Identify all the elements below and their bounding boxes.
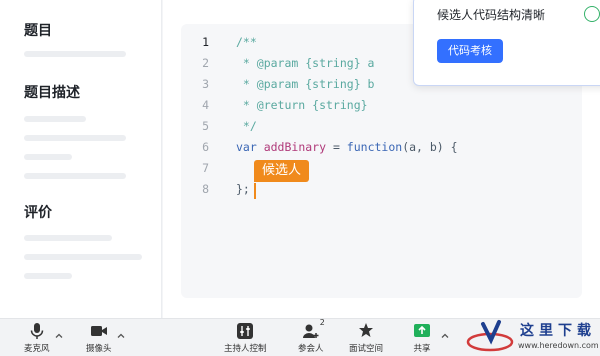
interview-space-button[interactable]: 面试空间 (349, 322, 383, 356)
share-screen-button[interactable]: 共享 (413, 322, 431, 356)
chevron-up-icon[interactable] (116, 326, 126, 338)
host-control-button[interactable]: 主持人控制 (224, 322, 267, 356)
chevron-up-icon[interactable] (440, 326, 450, 338)
line-number: 4 (202, 98, 209, 112)
host-control-label: 主持人控制 (224, 344, 267, 354)
participants-icon: 2 (302, 318, 325, 340)
code-assessment-button[interactable]: 代码考核 (437, 39, 503, 63)
code-text: */ (236, 116, 257, 137)
code-text: * @param {string} b (236, 74, 375, 95)
camera-icon (90, 322, 108, 340)
microphone-button[interactable]: 麦克风 (24, 322, 50, 356)
line-number: 1 (202, 35, 209, 49)
line-number: 6 (202, 140, 209, 154)
code-token: * @return {string} (236, 98, 368, 112)
participants-label: 参会人 (298, 344, 324, 354)
candidate-cursor-label: 候选人 (254, 160, 310, 182)
microphone-label: 麦克风 (24, 344, 50, 354)
code-token: */ (236, 119, 257, 133)
check-circle-icon[interactable] (584, 6, 600, 22)
camera-button[interactable]: 摄像头 (86, 322, 112, 356)
watermark-url: www.heredown.com (518, 341, 599, 350)
line-number: 5 (202, 119, 209, 133)
placeholder-bar (24, 235, 112, 241)
code-token: (a, b) { (402, 140, 458, 154)
placeholder-bar (24, 51, 126, 57)
code-token: function (346, 140, 403, 154)
participant-count-badge: 2 (319, 318, 325, 327)
placeholder-bar (24, 273, 72, 279)
code-line[interactable]: 5 */ (181, 116, 582, 137)
host-control-icon (236, 322, 254, 340)
code-token: /** (236, 35, 257, 49)
placeholder-bar (24, 135, 126, 141)
placeholder-bar (24, 173, 126, 179)
camera-label: 摄像头 (86, 344, 112, 354)
section-title-description: 题目描述 (24, 85, 80, 101)
code-line[interactable]: 7 (181, 158, 582, 179)
watermark-logo (465, 318, 515, 356)
code-token: = (326, 140, 347, 154)
code-token: * @param {string} a (236, 56, 375, 70)
line-number: 7 (202, 161, 209, 175)
code-line[interactable]: 8}; (181, 179, 582, 200)
code-token: var (236, 140, 264, 154)
question-sidebar: 题目 题目描述 评价 (0, 0, 162, 318)
code-token: addBinary (263, 140, 327, 154)
code-text: var addBinary = function(a, b) { (236, 137, 458, 158)
placeholder-bar (24, 116, 86, 122)
section-title-evaluation: 评价 (24, 205, 52, 221)
code-token: * @param {string} b (236, 77, 375, 91)
placeholder-bar (24, 254, 142, 260)
code-text: * @param {string} a (236, 53, 375, 74)
evaluation-message: 候选人代码结构清晰 (437, 8, 546, 22)
evaluation-popup: 候选人代码结构清晰 代码考核 (413, 0, 600, 86)
code-text: * @return {string} (236, 95, 368, 116)
candidate-cursor (254, 183, 256, 199)
code-token: }; (236, 182, 250, 196)
interview-space-label: 面试空间 (349, 344, 384, 354)
code-line[interactable]: 4 * @return {string} (181, 95, 582, 116)
watermark-title: 这里下载 (520, 323, 596, 339)
share-screen-icon (413, 322, 431, 340)
line-number: 3 (202, 77, 209, 91)
line-number: 8 (202, 182, 209, 196)
placeholder-bar (24, 154, 72, 160)
participants-button[interactable]: 2 参会人 (298, 318, 325, 356)
code-text: /** (236, 32, 257, 53)
share-screen-label: 共享 (413, 344, 431, 354)
code-text: }; (236, 179, 250, 200)
interview-space-icon (357, 322, 375, 340)
section-title-question: 题目 (24, 23, 52, 39)
microphone-icon (28, 322, 46, 340)
line-number: 2 (202, 56, 209, 70)
chevron-up-icon[interactable] (54, 326, 64, 338)
code-line[interactable]: 6 var addBinary = function(a, b) { (181, 137, 582, 158)
